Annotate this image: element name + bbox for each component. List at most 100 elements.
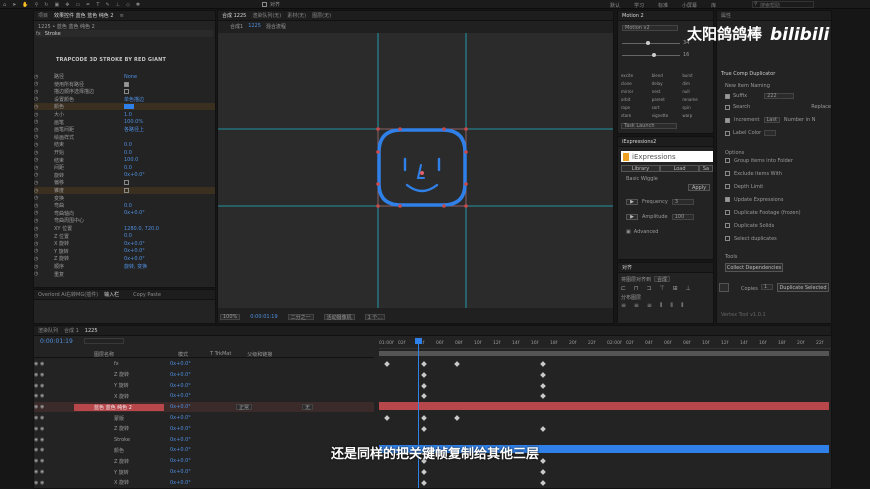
eye-icon[interactable]: ◉ ◉ — [34, 426, 74, 432]
pen-tool-icon[interactable]: ✒ — [86, 2, 90, 8]
workspace-small[interactable]: 小屏幕 — [682, 2, 697, 9]
motion-slider-2[interactable]: 16 — [622, 52, 710, 58]
text-tool-icon[interactable]: T — [96, 2, 99, 8]
time-ruler[interactable]: 01:00f 02f 04f 06f 08f 10f 12f 14f 16f 18f 20f 22f 0… — [379, 340, 831, 349]
motion-burst-button[interactable]: burst — [682, 73, 713, 78]
effect-property-row[interactable]: ◷ 锥度 — [34, 187, 215, 194]
tcd-option-row[interactable]: Duplicate Footage (frozen) — [725, 209, 831, 216]
keyframe[interactable] — [421, 469, 427, 475]
tcd-option-row[interactable]: Depth Limit — [725, 183, 831, 190]
layer-row[interactable]: ◉ ◉ 蓝色 蓝色 纯色 2 0x+0.0° 正常 无 — [34, 402, 374, 413]
effect-property-row[interactable]: ◷ 结束 100.0 — [34, 157, 215, 164]
keyframe[interactable] — [421, 479, 427, 486]
motion-parent-button[interactable]: parent — [652, 97, 683, 102]
keyframe[interactable] — [540, 361, 546, 367]
subtab-1225[interactable]: 1225 — [248, 23, 261, 30]
keyframe[interactable] — [540, 469, 546, 475]
effect-property-row[interactable]: ◷ Y 旋转 0x+0.0° — [34, 248, 215, 255]
layer-name[interactable]: Y 旋转 — [74, 382, 164, 389]
effect-checkbox[interactable] — [124, 180, 129, 186]
tab-layer[interactable]: 图层(无) — [312, 12, 331, 19]
stopwatch-icon[interactable]: ◷ — [34, 210, 54, 216]
layer-row[interactable]: ◉ ◉ fx 0x+0.0° — [34, 359, 374, 369]
layer-value[interactable]: 0x+0.0° — [170, 469, 230, 475]
effect-checkbox[interactable] — [124, 188, 129, 193]
layer-row[interactable]: ◉ ◉ X 旋转 0x+0.0° — [34, 478, 374, 488]
layer-name[interactable]: 蓝色 蓝色 纯色 2 — [74, 403, 164, 411]
motion-blend-button[interactable]: blend — [652, 73, 683, 78]
keyframe[interactable] — [421, 361, 427, 367]
tcd-option-row[interactable]: Group items into Folder — [725, 157, 831, 164]
tab-copy-paste[interactable]: Copy Paste — [133, 292, 161, 298]
motion-dim-button[interactable]: dim — [682, 81, 713, 86]
keyframe[interactable] — [421, 425, 427, 432]
motion-rope-button[interactable]: rope — [621, 105, 652, 110]
tab-footage[interactable]: 素材(无) — [287, 12, 306, 19]
stopwatch-icon[interactable]: ◷ — [34, 165, 54, 171]
keyframe[interactable] — [421, 393, 427, 400]
effect-property-value[interactable]: None — [124, 74, 137, 80]
stopwatch-icon[interactable]: ◷ — [34, 142, 54, 148]
stopwatch-icon[interactable]: ◷ — [34, 104, 54, 110]
effect-property-row[interactable]: ◷ 间距 0.0 — [34, 164, 215, 172]
zoom-dropdown[interactable]: 100% — [220, 314, 241, 320]
layer-row[interactable]: ◉ ◉ Z 旋转 0x+0.0° — [34, 424, 374, 434]
tcd-option-checkbox[interactable] — [725, 236, 730, 241]
layer-name[interactable]: Z 旋转 — [74, 425, 164, 432]
rotate-tool-icon[interactable]: ↻ — [44, 2, 48, 8]
tab-overlord[interactable]: Overlord Ai右转MG(插件) — [38, 291, 98, 298]
stopwatch-icon[interactable]: ◷ — [34, 256, 54, 262]
eye-icon[interactable]: ◉ ◉ — [34, 393, 74, 399]
effect-property-value[interactable]: 0x+0.0° — [124, 241, 145, 247]
effect-property-row[interactable]: ◷ 大小 1.0 — [34, 111, 215, 119]
layer-row[interactable]: ◉ ◉ X 旋转 0x+0.0° — [34, 391, 374, 401]
stopwatch-icon[interactable]: ◷ — [34, 218, 54, 224]
tool-icons[interactable]: ⌂ ➤ ✋ ⚲ ↻ ▣ ✥ ▭ ✒ T ✎ ⊥ ◇ ✱ — [3, 0, 140, 9]
stopwatch-icon[interactable]: ◷ — [34, 203, 54, 209]
layer-parent-dropdown[interactable]: 无 — [302, 404, 314, 411]
layer-value[interactable]: 0x+0.0° — [170, 404, 230, 410]
effect-property-row[interactable]: ◷ 使用所有路径 — [34, 81, 215, 88]
eye-icon[interactable]: ◉ ◉ — [34, 404, 74, 410]
stopwatch-icon[interactable]: ◷ — [34, 119, 54, 125]
rectangle-tool-icon[interactable]: ▭ — [75, 2, 80, 8]
stopwatch-icon[interactable]: ◷ — [34, 241, 54, 247]
motion-vignette-button[interactable]: vignette — [652, 113, 683, 118]
effect-property-value[interactable]: 1.0 — [124, 112, 132, 118]
increment-position-dropdown[interactable]: Last — [763, 117, 780, 123]
effect-property-value[interactable]: 单色描边 — [124, 96, 144, 103]
effect-property-value[interactable]: 0.0 — [124, 150, 132, 156]
layer-name[interactable]: Stroke — [74, 437, 164, 443]
tcd-option-checkbox[interactable] — [725, 158, 730, 163]
effect-checkbox[interactable] — [124, 89, 129, 95]
effect-property-row[interactable]: ◷ 路径 None — [34, 73, 215, 81]
suffix-checkbox[interactable] — [725, 93, 730, 99]
effect-property-row[interactable]: ◷ 设置颜色 单色描边 — [34, 96, 215, 103]
copies-input[interactable]: 1 — [761, 284, 773, 290]
fx-icon[interactable]: fx — [36, 31, 41, 37]
stamp-tool-icon[interactable]: ⊥ — [116, 2, 120, 8]
effect-property-row[interactable]: ◷ X 旋转 0x+0.0° — [34, 240, 215, 248]
stopwatch-icon[interactable]: ◷ — [34, 150, 54, 156]
workspace-standard[interactable]: 标准 — [658, 2, 668, 9]
tcd-option-checkbox[interactable] — [725, 210, 730, 215]
stopwatch-icon[interactable]: ◷ — [34, 264, 54, 270]
stopwatch-icon[interactable]: ◷ — [34, 271, 54, 277]
iexp-load-tab[interactable]: Load — [660, 165, 699, 172]
layer-row[interactable]: ◉ ◉ Z 旋转 0x+0.0° — [34, 370, 374, 380]
motion-null-button[interactable]: null — [682, 89, 713, 94]
effect-property-value[interactable]: 0.0 — [124, 165, 132, 171]
iexp-save-tab[interactable]: Sa — [699, 165, 713, 172]
playhead[interactable] — [418, 338, 419, 488]
tab-motion2[interactable]: Motion 2 — [622, 13, 644, 19]
effect-property-value[interactable]: 旋转, 变换 — [124, 263, 147, 270]
effect-property-row[interactable]: ◷ 画笔 100.0% — [34, 119, 215, 126]
keyframe[interactable] — [540, 479, 546, 486]
eye-icon[interactable]: ◉ ◉ — [34, 469, 74, 475]
tcd-option-checkbox[interactable] — [725, 223, 730, 228]
keyframe[interactable] — [421, 371, 427, 378]
keyframe[interactable] — [384, 361, 390, 367]
motion-clone-button[interactable]: clone — [621, 81, 652, 86]
effect-property-value[interactable]: 各路径上 — [124, 126, 144, 133]
eye-icon[interactable]: ◉ ◉ — [34, 383, 74, 389]
